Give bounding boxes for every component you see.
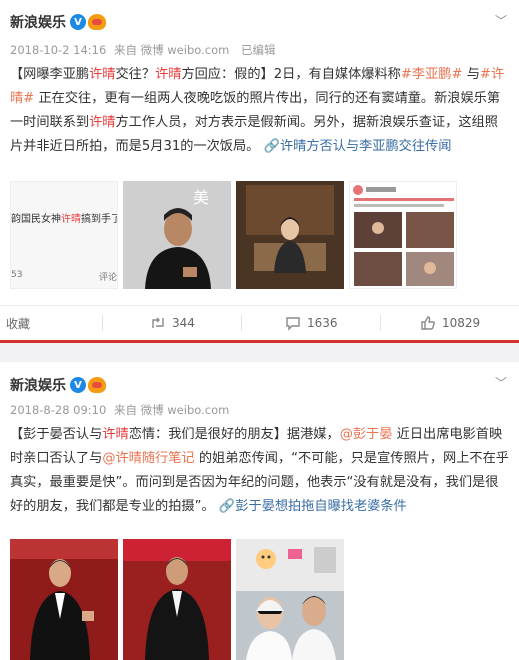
- post-content: 【网曝李亚鹏许晴交往？许晴方回应：假的】2日，有自媒体爆料称#李亚鹏# 与#许晴…: [10, 63, 510, 159]
- post-header: 新浪娱乐 V: [10, 375, 106, 395]
- text-segment: 【彭于晏否认与: [10, 427, 103, 442]
- post-header: 新浪娱乐 V: [10, 12, 106, 32]
- woman-sitting-icon: [236, 181, 344, 289]
- text-segment: 恋情：我们是很好的朋友】据港媒，: [128, 427, 340, 442]
- chevron-down-icon[interactable]: ﹀: [495, 12, 507, 29]
- collage-screenshot-icon: [350, 182, 456, 288]
- comment-icon: [286, 317, 300, 331]
- post-image-4[interactable]: [349, 181, 457, 289]
- text-link[interactable]: 许晴: [89, 67, 115, 82]
- post-meta: 2018-10-2 14:16 来自 微博 weibo.com 已编辑: [10, 42, 275, 58]
- article-link[interactable]: 🔗彭于晏想拍拖自曝找老婆条件: [219, 499, 407, 514]
- post-image-2[interactable]: 美: [123, 181, 231, 289]
- text-link[interactable]: @彭于晏: [340, 427, 393, 442]
- text-link[interactable]: 许晴: [89, 115, 115, 130]
- text-link[interactable]: 许晴: [102, 427, 128, 442]
- post-content: 【彭于晏否认与许晴恋情：我们是很好的朋友】据港媒，@彭于晏 近日出席电影首映时亲…: [10, 423, 510, 519]
- man-suit-icon: [123, 539, 231, 660]
- like-icon: [421, 316, 435, 330]
- man-suit-icon: [10, 539, 118, 660]
- post-meta: 2018-8-28 09:10 来自 微博 weibo.com: [10, 402, 229, 418]
- repost-icon: [152, 317, 164, 328]
- text-link[interactable]: 随行笔记: [142, 451, 195, 466]
- post-image-2[interactable]: [123, 539, 231, 660]
- weibo-post-2: 新浪娱乐 V ﹀ 2018-8-28 09:10 来自 微博 weibo.com…: [0, 362, 519, 660]
- selfie-collage-icon: [236, 539, 344, 660]
- feed-gap: [0, 340, 519, 362]
- author-name[interactable]: 新浪娱乐: [10, 375, 66, 395]
- weibo-post-1: 新浪娱乐 V ﹀ 2018-10-2 14:16 来自 微博 weibo.com…: [0, 0, 519, 340]
- member-hat-icon: [88, 14, 106, 30]
- preview-footer: 53 评论: [11, 270, 117, 283]
- man-portrait-icon: 美: [123, 181, 231, 289]
- text-segment: 方回应：假的】2日，有自媒体爆料称: [181, 67, 401, 82]
- repost-button[interactable]: 344: [103, 315, 241, 331]
- article-link[interactable]: 🔗许晴方否认与李亚鹏交往传闻: [264, 139, 452, 154]
- chevron-down-icon[interactable]: ﹀: [495, 374, 507, 391]
- post-image-3[interactable]: [236, 181, 344, 289]
- text-segment: 与: [462, 67, 480, 82]
- member-hat-icon: [88, 377, 106, 393]
- collect-button[interactable]: 收藏: [0, 315, 102, 332]
- post-image-1[interactable]: 韵国民女神许晴搞到手了... 53 评论: [10, 181, 118, 289]
- text-segment: 【网曝李亚鹏: [10, 67, 90, 82]
- text-link[interactable]: 许晴: [155, 67, 181, 82]
- preview-headline: 韵国民女神许晴搞到手了...: [11, 214, 117, 225]
- verified-badge-icon: V: [70, 377, 86, 393]
- red-divider: [0, 340, 519, 343]
- text-segment: 交往？: [115, 67, 156, 82]
- post-source: 来自 微博 weibo.com: [113, 43, 230, 57]
- action-bar: 收藏 344 1636 10829: [0, 305, 519, 340]
- like-button[interactable]: 10829: [381, 315, 519, 331]
- text-link[interactable]: #李亚鹏#: [401, 67, 463, 82]
- verified-badge-icon: V: [70, 14, 86, 30]
- post-image-3[interactable]: [236, 539, 344, 660]
- post-source: 来自 微博 weibo.com: [113, 403, 230, 417]
- post-image-1[interactable]: [10, 539, 118, 660]
- svg-text:美: 美: [193, 188, 209, 207]
- author-name[interactable]: 新浪娱乐: [10, 12, 66, 32]
- post-date[interactable]: 2018-10-2 14:16: [10, 43, 106, 57]
- text-link[interactable]: @许晴: [102, 451, 142, 466]
- edited-label: 已编辑: [240, 43, 276, 57]
- comment-button[interactable]: 1636: [242, 315, 380, 331]
- post-date[interactable]: 2018-8-28 09:10: [10, 403, 106, 417]
